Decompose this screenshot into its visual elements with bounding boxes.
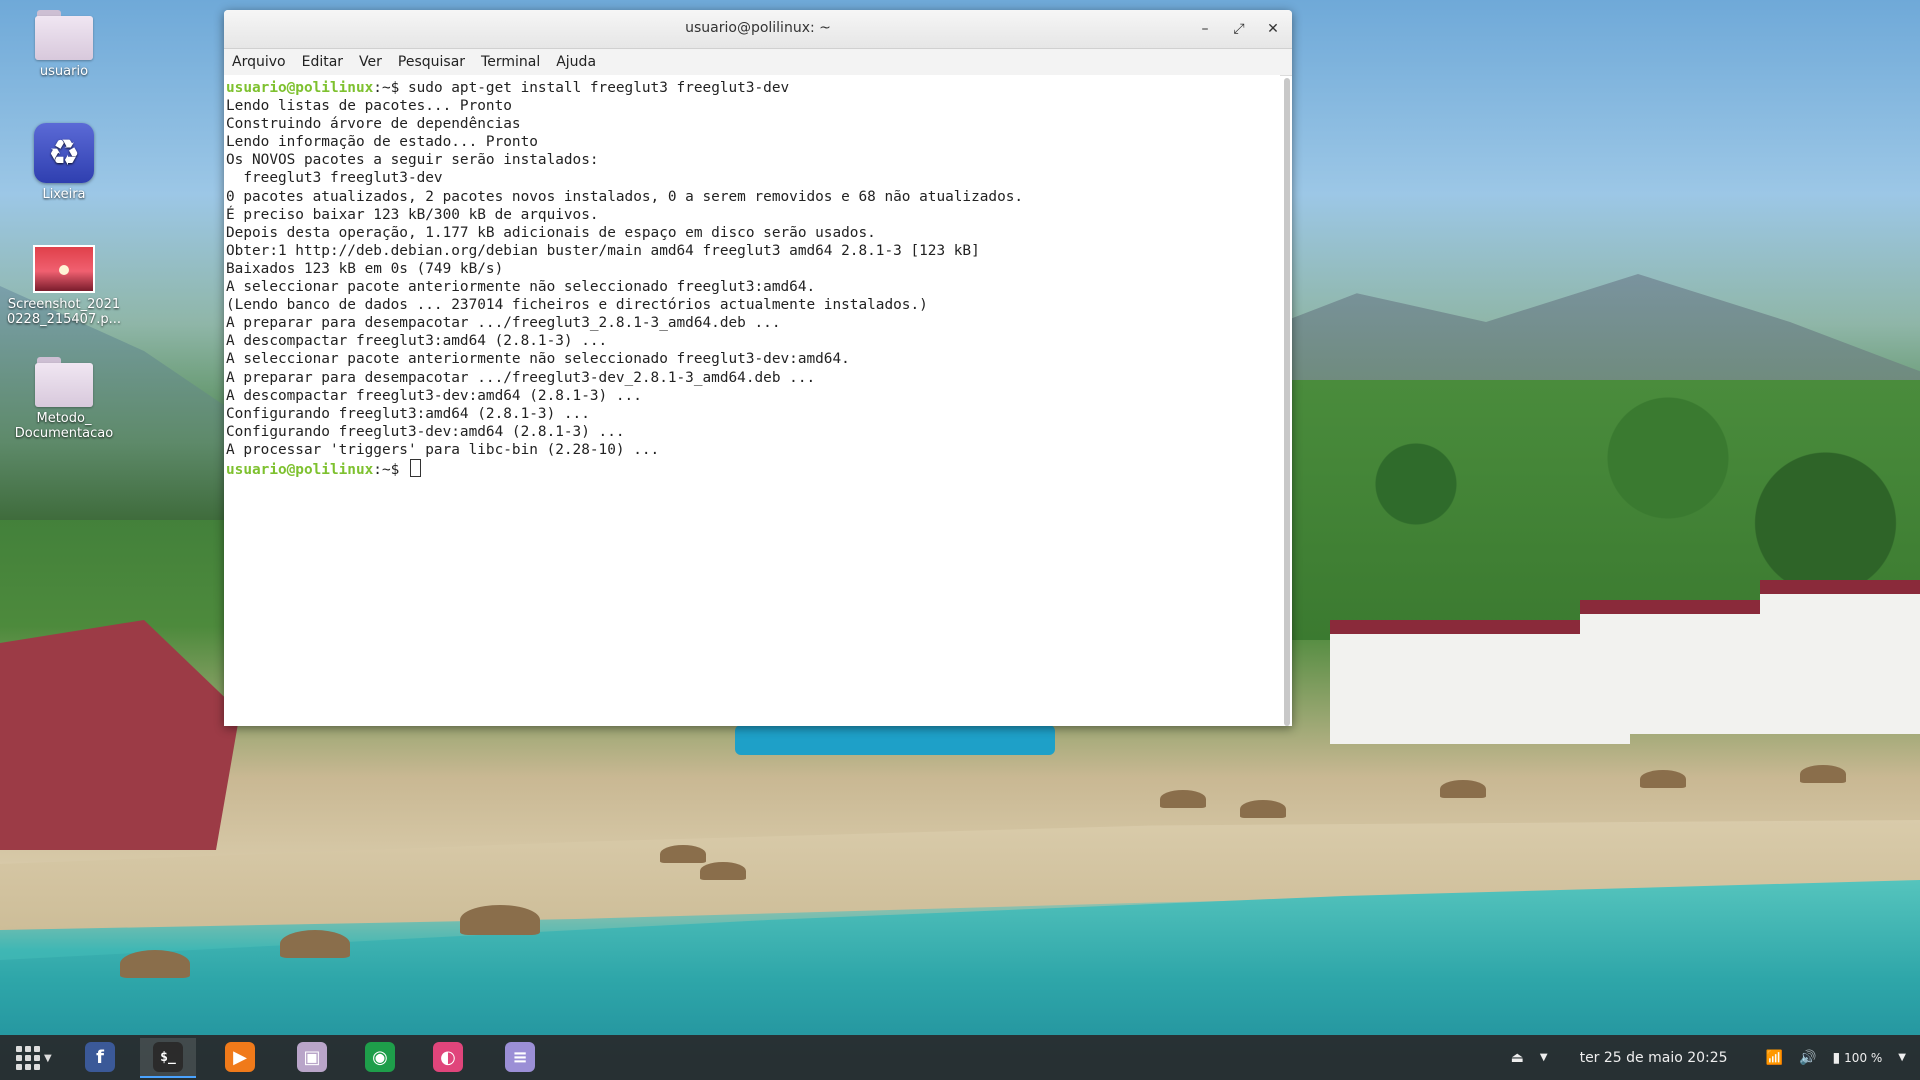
terminal-line: freeglut3 freeglut3-dev (226, 170, 443, 187)
desktop-icon-usuario[interactable]: usuario (4, 10, 124, 79)
terminal-line: Configurando freeglut3:amd64 (2.8.1-3) .… (226, 405, 590, 422)
facebook-icon: f (85, 1042, 115, 1072)
wallpaper-umbrella (460, 905, 540, 935)
terminal-line: Obter:1 http://deb.debian.org/debian bus… (226, 242, 980, 259)
taskbar-app-facebook[interactable]: f (72, 1038, 128, 1076)
prompt-user: usuario@polilinux (226, 461, 374, 478)
window-titlebar[interactable]: usuario@polilinux: ~ – ⤢ ✕ (224, 10, 1292, 49)
wallpaper-hotel (1760, 580, 1920, 734)
app-launcher[interactable]: ▼ (10, 1036, 52, 1080)
terminal-scrollbar[interactable] (1284, 78, 1290, 726)
desktop-icon-label: Screenshot_2021​0228_215407.p... (7, 297, 121, 327)
volume-icon[interactable]: 🔊 (1799, 1050, 1816, 1066)
menu-ver[interactable]: Ver (359, 54, 382, 70)
terminal-line: A seleccionar pacote anteriormente não s… (226, 351, 850, 368)
chrome-like-icon: ◉ (365, 1042, 395, 1072)
text-editor-icon: ≡ (505, 1042, 535, 1072)
media-player-icon: ▶ (225, 1042, 255, 1072)
menu-ajuda[interactable]: Ajuda (556, 54, 596, 70)
wallpaper-pool (735, 725, 1055, 755)
minimize-button[interactable]: – (1194, 18, 1216, 40)
eject-icon[interactable]: ⏏ (1511, 1050, 1524, 1066)
close-button[interactable]: ✕ (1262, 18, 1284, 40)
menu-pesquisar[interactable]: Pesquisar (398, 54, 465, 70)
terminal-line: A preparar para desempacotar .../freeglu… (226, 315, 781, 332)
app-grid-icon (16, 1046, 40, 1070)
active-prompt-line[interactable]: usuario@polilinux:~$ (226, 458, 1280, 479)
desktop-icon-trash[interactable]: ♻ Lixeira (4, 123, 124, 202)
wallpaper-umbrella (1240, 800, 1286, 818)
terminal-line: A descompactar freeglut3-dev:amd64 (2.8.… (226, 387, 642, 404)
taskbar: ▼ f $_ ▶ ▣ ◉ ◐ ≡ ⏏ ▼ ter 25 de maio 20:25 📶 🔊 … (0, 1035, 1920, 1080)
terminal-line: Depois desta operação, 1.177 kB adiciona… (226, 224, 876, 241)
terminal-line: A seleccionar pacote anteriormente não s… (226, 279, 816, 296)
desktop-icon-metodo[interactable]: Metodo_​Documentacao (4, 357, 124, 441)
menu-arquivo[interactable]: Arquivo (232, 54, 286, 70)
image-thumbnail-icon (33, 245, 95, 293)
terminal-line: Baixados 123 kB em 0s (749 kB/s) (226, 260, 504, 277)
window-title: usuario@polilinux: ~ (685, 20, 831, 36)
prompt-suffix: :~$ (373, 461, 408, 478)
files-icon: ▣ (297, 1042, 327, 1072)
menu-editar[interactable]: Editar (302, 54, 343, 70)
wallpaper-umbrella (1440, 780, 1486, 798)
terminal-line: Lendo informação de estado... Pronto (226, 134, 538, 151)
taskbar-app-color-picker[interactable]: ◐ (420, 1038, 476, 1076)
terminal-line: Lendo listas de pacotes... Pronto (226, 98, 512, 115)
terminal-icon: $_ (153, 1042, 183, 1072)
chevron-down-icon[interactable]: ▼ (1898, 1052, 1906, 1063)
desktop-icon-screenshot[interactable]: Screenshot_2021​0228_215407.p... (4, 245, 124, 327)
terminal-line: (Lendo banco de dados ... 237014 ficheir… (226, 297, 928, 314)
chevron-down-icon: ▼ (44, 1052, 52, 1064)
text-cursor (409, 458, 421, 477)
folder-icon (35, 10, 93, 60)
battery-icon[interactable]: ▮ (1832, 1050, 1840, 1066)
system-tray: ⏏ ▼ ter 25 de maio 20:25 📶 🔊 ▮ 100 % ▼ (1503, 1035, 1920, 1080)
terminal-line: 0 pacotes atualizados, 2 pacotes novos i… (226, 188, 1024, 205)
desktop-icon-label: Lixeira (42, 187, 86, 202)
taskbar-app-text-editor[interactable]: ≡ (492, 1038, 548, 1076)
terminal-line: A preparar para desempacotar .../freeglu… (226, 369, 816, 386)
clock[interactable]: ter 25 de maio 20:25 (1580, 1050, 1728, 1066)
folder-icon (35, 357, 93, 407)
taskbar-app-terminal[interactable]: $_ (140, 1038, 196, 1078)
recycle-icon: ♻ (34, 123, 94, 183)
maximize-button[interactable]: ⤢ (1228, 18, 1250, 40)
prompt-suffix: :~$ (373, 80, 408, 96)
wallpaper-umbrella (1800, 765, 1846, 783)
menubar: Arquivo Editar Ver Pesquisar Terminal Aj… (224, 49, 1292, 76)
terminal-output-lines: Lendo listas de pacotes... Pronto Constru… (226, 97, 1280, 459)
terminal-window[interactable]: usuario@polilinux: ~ – ⤢ ✕ Arquivo Edita… (224, 10, 1292, 726)
prompt-user: usuario@polilinux (226, 80, 374, 96)
desktop-icon-label: usuario (39, 64, 89, 79)
desktop-icon-label: Metodo_​Documentacao (14, 411, 114, 441)
color-picker-icon: ◐ (433, 1042, 463, 1072)
terminal-line: A descompactar freeglut3:amd64 (2.8.1-3)… (226, 333, 608, 350)
terminal-line: Configurando freeglut3-dev:amd64 (2.8.1-… (226, 423, 625, 440)
chevron-down-icon[interactable]: ▼ (1540, 1052, 1548, 1063)
wallpaper-umbrella (280, 930, 350, 958)
terminal-line: É preciso baixar 123 kB/300 kB de arquiv… (226, 206, 599, 223)
terminal-output[interactable]: usuario@polilinux:~$ sudo apt-get instal… (224, 75, 1280, 726)
terminal-line: Construindo árvore de dependências (226, 116, 521, 133)
taskbar-app-chrome-like[interactable]: ◉ (352, 1038, 408, 1076)
wallpaper-umbrella (1160, 790, 1206, 808)
wallpaper-umbrella (1640, 770, 1686, 788)
taskbar-app-media-player[interactable]: ▶ (212, 1038, 268, 1076)
taskbar-app-files[interactable]: ▣ (284, 1038, 340, 1076)
wallpaper-roof (0, 620, 240, 850)
terminal-line: A processar 'triggers' para libc-bin (2.… (226, 441, 660, 458)
command-text: sudo apt-get install freeglut3 freeglut3… (407, 80, 790, 96)
wifi-icon[interactable]: 📶 (1766, 1050, 1783, 1066)
battery-level[interactable]: 100 % (1844, 1051, 1882, 1065)
menu-terminal[interactable]: Terminal (481, 54, 540, 70)
wallpaper-umbrella (120, 950, 190, 978)
wallpaper-umbrella (660, 845, 706, 863)
command-line: usuario@polilinux:~$ sudo apt-get instal… (226, 79, 1280, 97)
wallpaper-umbrella (700, 862, 746, 880)
terminal-line: Os NOVOS pacotes a seguir serão instalad… (226, 152, 599, 169)
